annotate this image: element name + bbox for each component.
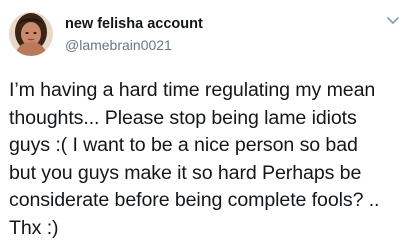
- avatar[interactable]: [9, 12, 53, 56]
- display-name[interactable]: new felisha account: [65, 16, 203, 32]
- tweet-text: I’m having a hard time regulating my mea…: [9, 79, 380, 239]
- chevron-down-icon[interactable]: [386, 15, 400, 27]
- tweet-card: new felisha account @lamebrain0021 I’m h…: [0, 0, 408, 240]
- avatar-image: [9, 12, 53, 56]
- username-handle[interactable]: @lamebrain0021: [65, 37, 172, 53]
